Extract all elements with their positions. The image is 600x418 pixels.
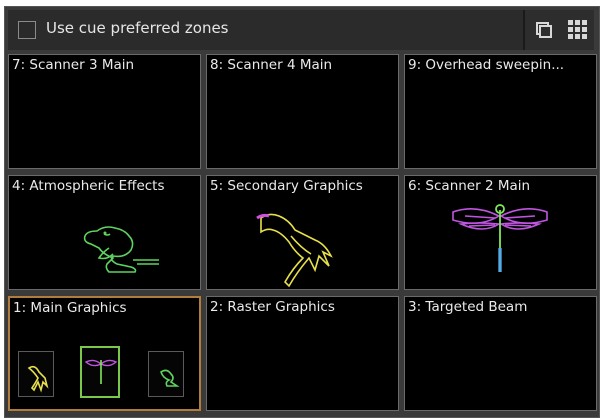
zone-title: 9: Overhead sweepin...: [408, 57, 565, 73]
zone-grid: 7: Scanner 3 Main 8: Scanner 4 Main 9: O…: [8, 54, 598, 414]
zone-title: 3: Targeted Beam: [408, 299, 528, 315]
zone-cell-7[interactable]: 7: Scanner 3 Main: [8, 54, 201, 169]
bird-icon: [27, 365, 49, 393]
zone-title: 2: Raster Graphics: [210, 299, 335, 315]
zone-cell-5[interactable]: 5: Secondary Graphics: [206, 175, 399, 290]
cue-thumbnail-dragonfly[interactable]: [80, 346, 120, 398]
grid-3x3-icon[interactable]: [568, 20, 588, 40]
cue-thumbnail-bird[interactable]: [18, 351, 54, 397]
single-window-icon[interactable]: [536, 22, 552, 38]
zone-cell-6[interactable]: 6: Scanner 2 Main: [404, 175, 597, 290]
zone-cell-4[interactable]: 4: Atmospheric Effects: [8, 175, 201, 290]
zone-title: 1: Main Graphics: [13, 300, 127, 316]
cue-zones-bar: Use cue preferred zones: [8, 10, 525, 50]
cue-preferred-zones-label: Use cue preferred zones: [46, 19, 229, 37]
zone-cell-8[interactable]: 8: Scanner 4 Main: [206, 54, 399, 169]
cue-thumbnail-frog[interactable]: [148, 351, 184, 397]
zone-cell-1[interactable]: 1: Main Graphics: [8, 296, 201, 411]
zone-cell-9[interactable]: 9: Overhead sweepin...: [404, 54, 597, 169]
frog-icon: [160, 369, 180, 387]
dragonfly-icon: [84, 359, 118, 384]
cue-preferred-zones-checkbox[interactable]: [18, 21, 36, 39]
zone-panel: Use cue preferred zones 7: Scanner 3 Mai…: [4, 6, 600, 418]
bird-graphic: [256, 213, 333, 288]
zone-title: 7: Scanner 3 Main: [12, 57, 135, 73]
zone-title: 8: Scanner 4 Main: [210, 57, 333, 73]
zone-cell-3[interactable]: 3: Targeted Beam: [404, 296, 597, 411]
toolbar: Use cue preferred zones: [8, 10, 594, 50]
zone-cell-2[interactable]: 2: Raster Graphics: [206, 296, 399, 411]
frog-graphic: [83, 226, 159, 273]
dragonfly-graphic: [452, 204, 548, 272]
